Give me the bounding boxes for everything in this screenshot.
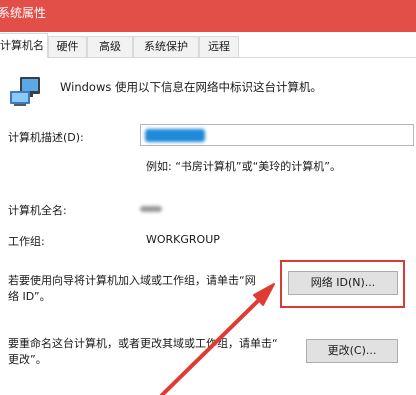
full-name-label: 计算机全名: (8, 204, 67, 217)
title-bar: 系统属性 (0, 0, 416, 32)
join-domain-text-line2: 络 ID”。 (8, 290, 51, 303)
join-domain-text-line1: 若要使用向导将计算机加入域或工作组，请单击“网 (8, 274, 256, 287)
description-value-redacted (145, 129, 205, 142)
tab-system-protection[interactable]: 系统保护 (133, 36, 199, 57)
workgroup-value: WORKGROUP (146, 233, 220, 246)
rename-text-line1: 要重命名这台计算机，或者更改其域或工作组，请单击“ (8, 337, 278, 350)
change-button[interactable]: 更改(C)... (306, 339, 398, 363)
description-label: 计算机描述(D): (8, 131, 84, 144)
tab-remote[interactable]: 远程 (199, 36, 239, 57)
computer-name-panel: Windows 使用以下信息在网络中标识这台计算机。 计算机描述(D): 例如:… (0, 58, 416, 395)
rename-text-line2: 更改”。 (8, 353, 47, 366)
window-title: 系统属性 (0, 6, 47, 20)
tab-advanced[interactable]: 高级 (87, 36, 133, 57)
description-example: 例如: “书房计算机”或“美玲的计算机”。 (146, 160, 341, 173)
tab-hardware[interactable]: 硬件 (48, 36, 87, 57)
intro-text: Windows 使用以下信息在网络中标识这台计算机。 (60, 80, 322, 94)
network-id-button[interactable]: 网络 ID(N)... (288, 271, 398, 295)
full-name-value-redacted (140, 206, 162, 212)
computer-description-input[interactable] (140, 124, 414, 146)
arrow-head (253, 283, 275, 306)
computer-icon (10, 77, 40, 106)
workgroup-label: 工作组: (8, 235, 45, 248)
tab-strip: 计算机名 硬件 高级 系统保护 远程 (0, 32, 416, 58)
tab-computer-name[interactable]: 计算机名 (0, 33, 48, 58)
